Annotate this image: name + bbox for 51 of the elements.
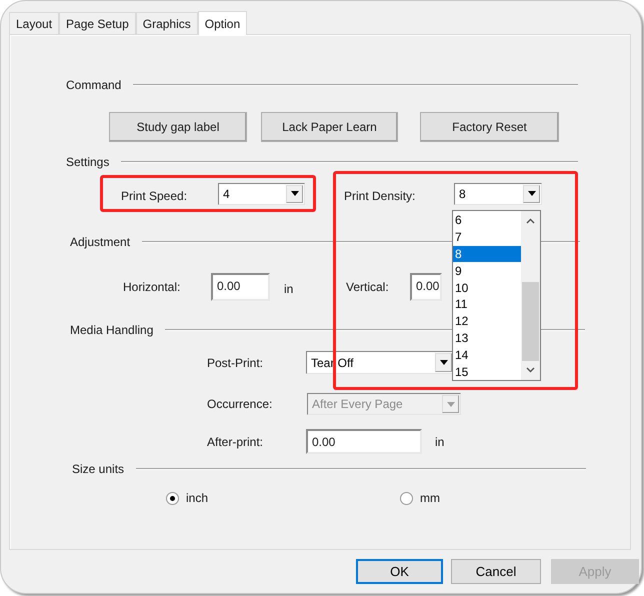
dropdown-option[interactable]: 12	[453, 312, 521, 330]
field-label: Occurrence:	[207, 396, 274, 413]
tab[interactable]: Graphics	[136, 12, 198, 34]
text-field[interactable]: 0.00	[410, 273, 442, 301]
dropdown-field[interactable]: Tear Off	[306, 351, 454, 374]
radio-option[interactable]: inch	[166, 489, 400, 507]
unit-label: in	[284, 281, 294, 298]
unit-label: in	[435, 434, 444, 450]
tab[interactable]: Option	[198, 11, 248, 35]
radio-button[interactable]	[400, 492, 413, 504]
field-label: Horizontal:	[123, 279, 182, 296]
dialog-button[interactable]: OK	[356, 559, 443, 584]
dropdown-option[interactable]: 13	[453, 330, 521, 346]
dropdown-field[interactable]: 4	[218, 182, 305, 204]
dropdown-arrow-icon	[446, 402, 454, 406]
tab[interactable]: Page Setup	[59, 12, 136, 34]
section-heading: Media Handling	[70, 322, 154, 339]
radio-option[interactable]: mm	[400, 489, 440, 507]
dropdown-option[interactable]: 6	[453, 212, 521, 229]
radio-button[interactable]	[166, 492, 179, 504]
dropdown-arrow-icon	[290, 191, 298, 196]
dropdown-option[interactable]: 10	[453, 279, 521, 296]
command-button[interactable]: Study gap label	[109, 112, 247, 142]
dropdown-option[interactable]: 8	[453, 246, 521, 262]
tab[interactable]: Layout	[9, 12, 60, 34]
scroll-up-icon[interactable]	[526, 218, 535, 224]
section-heading: Size units	[72, 461, 124, 478]
section-heading: Adjustment	[70, 234, 130, 251]
field-label: Print Speed:	[121, 188, 188, 204]
field-label: Post-Print:	[207, 354, 264, 372]
dropdown-option[interactable]: 9	[453, 262, 521, 280]
section-heading: Settings	[66, 154, 110, 171]
dropdown-option[interactable]: 7	[453, 228, 521, 246]
text-field[interactable]: 0.00	[306, 429, 422, 454]
field-label: Print Density:	[344, 188, 416, 204]
dialog-button[interactable]: Cancel	[451, 559, 541, 584]
dropdown-field[interactable]: 8	[454, 182, 542, 204]
dropdown-option[interactable]: 15	[453, 363, 521, 380]
scrollbar[interactable]	[521, 211, 540, 380]
dropdown-arrow-icon	[528, 191, 536, 196]
dropdown-option[interactable]: 14	[453, 346, 521, 364]
field-label: Vertical:	[346, 279, 390, 296]
scroll-down-icon[interactable]	[526, 367, 535, 373]
dropdown-arrow-icon	[440, 360, 448, 365]
section-heading: Command	[66, 77, 122, 94]
field-label: After-print:	[207, 434, 264, 450]
scrollbar-thumb[interactable]	[522, 282, 539, 361]
dropdown-option[interactable]: 11	[453, 296, 521, 313]
text-field[interactable]: 0.00	[211, 273, 270, 301]
command-button[interactable]: Factory Reset	[420, 112, 559, 142]
command-button[interactable]: Lack Paper Learn	[261, 112, 398, 142]
